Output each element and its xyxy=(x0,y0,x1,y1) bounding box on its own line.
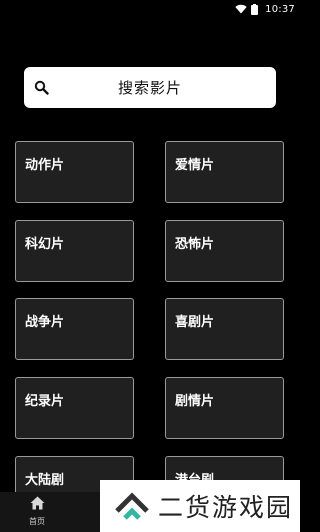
status-time: 10:37 xyxy=(265,3,295,15)
category-label: 战争片 xyxy=(25,315,65,330)
category-label: 动作片 xyxy=(25,158,65,173)
nav-item-home[interactable]: 首页 xyxy=(20,495,54,529)
category-card-war[interactable]: 战争片 xyxy=(15,298,134,360)
home-icon xyxy=(30,495,45,514)
category-card-documentary[interactable]: 纪录片 xyxy=(15,377,134,439)
chevron-logo-icon xyxy=(114,491,150,521)
category-card-action[interactable]: 动作片 xyxy=(15,141,134,203)
category-label: 恐怖片 xyxy=(175,237,215,252)
status-bar: 10:37 xyxy=(0,0,300,18)
search-label: 搜索影片 xyxy=(117,79,182,97)
watermark: 二货游戏园 xyxy=(100,480,300,532)
category-label: 大陆剧 xyxy=(25,473,65,488)
category-label: 剧情片 xyxy=(175,394,215,409)
category-label: 爱情片 xyxy=(175,158,215,173)
category-label: 纪录片 xyxy=(25,394,65,409)
category-card-scifi[interactable]: 科幻片 xyxy=(15,220,134,282)
category-label: 喜剧片 xyxy=(175,315,215,330)
battery-icon xyxy=(251,3,259,15)
category-card-drama[interactable]: 剧情片 xyxy=(165,377,284,439)
watermark-text: 二货游戏园 xyxy=(158,493,294,522)
search-bar[interactable]: 搜索影片 xyxy=(24,67,276,108)
category-label: 科幻片 xyxy=(25,237,65,252)
nav-item-label: 首页 xyxy=(29,517,45,526)
category-card-horror[interactable]: 恐怖片 xyxy=(165,220,284,282)
wifi-icon xyxy=(235,4,247,14)
app-screen: 10:37 搜索影片 动作片 爱情片 科幻片 恐怖片 战争片 喜剧片 纪录片 剧… xyxy=(0,0,300,532)
category-card-romance[interactable]: 爱情片 xyxy=(165,141,284,203)
category-card-comedy[interactable]: 喜剧片 xyxy=(165,298,284,360)
